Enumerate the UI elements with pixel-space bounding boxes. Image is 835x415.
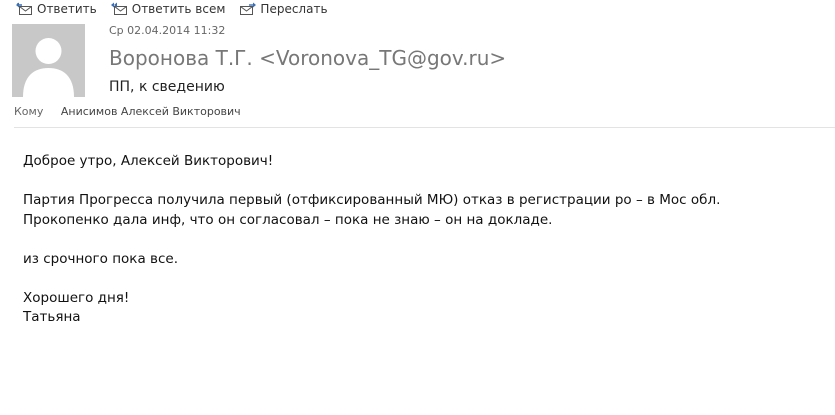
forward-icon	[239, 2, 257, 16]
sender-name[interactable]: Воронова Т.Г. <Voronova_TG@gov.ru>	[109, 46, 506, 70]
forward-button[interactable]: Переслать	[239, 0, 328, 18]
message-subject: ПП, к сведению	[109, 79, 225, 95]
person-silhouette-icon	[23, 38, 74, 97]
message-toolbar: Ответить Ответить всем Переслать	[0, 0, 328, 18]
sender-avatar[interactable]	[12, 24, 85, 97]
body-signature: Татьяна	[23, 309, 81, 325]
body-greeting: Доброе утро, Алексей Викторович!	[23, 153, 274, 169]
body-line-3: из срочного пока все.	[23, 250, 178, 267]
message-body: Доброе утро, Алексей Викторович! Партия …	[23, 152, 720, 328]
reply-all-icon	[110, 2, 128, 16]
header-divider	[14, 127, 835, 128]
reply-icon	[16, 2, 33, 16]
body-line-1: Партия Прогресса получила первый (отфикс…	[23, 192, 721, 208]
message-date: Ср 02.04.2014 11:32	[109, 24, 226, 37]
recipient-name[interactable]: Анисимов Алексей Викторович	[61, 105, 241, 118]
reply-all-button[interactable]: Ответить всем	[110, 0, 226, 18]
body-closing: Хорошего дня!	[23, 289, 130, 306]
to-label: Кому	[14, 105, 44, 118]
forward-label: Переслать	[260, 2, 328, 16]
reply-label: Ответить	[37, 2, 97, 16]
body-line-2: Прокопенко дала инф, что он согласовал –…	[23, 211, 553, 228]
reply-all-label: Ответить всем	[131, 2, 226, 16]
recipients-row: Кому Анисимов Алексей Викторович	[14, 105, 241, 118]
reply-button[interactable]: Ответить	[16, 0, 97, 18]
